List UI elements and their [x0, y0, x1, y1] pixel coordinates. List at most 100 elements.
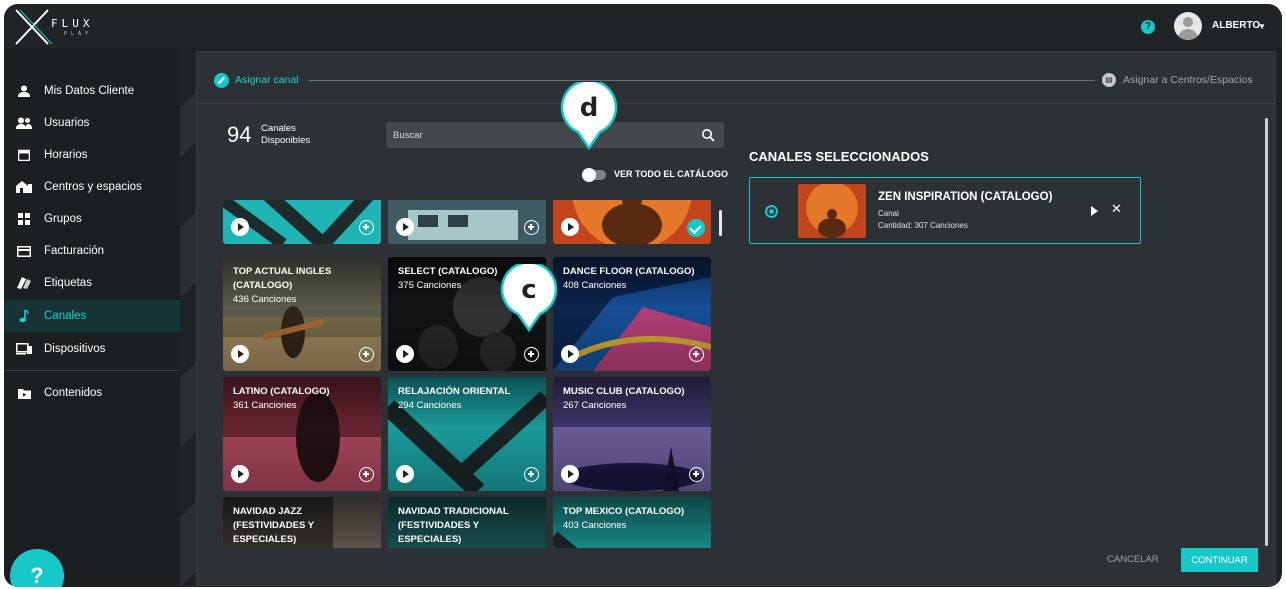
sidebar-item-grupos[interactable]: Grupos — [4, 203, 180, 235]
pencil-icon — [214, 73, 229, 88]
selected-radio[interactable] — [765, 205, 778, 218]
toggle-knob — [582, 168, 596, 182]
sidebar-item-etiquetas[interactable]: Etiquetas — [4, 267, 180, 299]
panel-scrollbar[interactable] — [1265, 118, 1268, 546]
channel-song-count: 361 Canciones — [233, 400, 297, 411]
logo-subtext: PLAY — [64, 31, 93, 37]
close-icon[interactable]: ✕ — [1111, 201, 1122, 217]
sidebar-item-label: Usuarios — [44, 117, 90, 129]
play-button[interactable] — [231, 465, 249, 483]
view-all-catalog-toggle[interactable] — [582, 168, 606, 182]
logo-x-icon — [15, 9, 53, 45]
search-input[interactable] — [386, 122, 686, 148]
sidebar-item-label: Grupos — [44, 213, 82, 225]
sidebar-item-label: Etiquetas — [44, 277, 92, 289]
caret-down-icon[interactable]: ▼ — [1258, 22, 1266, 31]
calendar-icon — [16, 148, 32, 162]
avatar[interactable] — [1174, 12, 1202, 40]
channel-song-count: 403 Canciones — [563, 520, 627, 531]
add-channel-button[interactable] — [359, 467, 374, 482]
search-box — [386, 122, 724, 148]
callout-label: c — [521, 275, 537, 305]
sidebar-item-contenidos[interactable]: Contenidos — [4, 377, 180, 409]
folder-icon — [16, 386, 32, 400]
play-button[interactable] — [396, 218, 414, 236]
callout-marker-d: d — [560, 79, 618, 151]
add-channel-button[interactable] — [689, 347, 704, 362]
sidebar-item-dispositivos[interactable]: Dispositivos — [4, 333, 180, 365]
selected-channel-card[interactable]: ZEN INSPIRATION (CATALOGO) Canal Cantida… — [749, 177, 1141, 244]
channel-song-count: 294 Canciones — [398, 400, 462, 411]
play-button[interactable] — [231, 218, 249, 236]
step-assign-channel[interactable]: Asignar canal — [235, 74, 299, 86]
channel-card[interactable]: LATINO (CATALOGO) 361 Canciones — [223, 377, 381, 491]
channel-grid-scrollbar[interactable] — [719, 210, 722, 236]
user-name[interactable]: ALBERTO — [1212, 20, 1260, 31]
add-channel-button[interactable] — [359, 347, 374, 362]
channel-selected-check-icon[interactable] — [687, 219, 705, 237]
channel-title: TOP ACTUAL INGLES (CATALOGO) — [233, 266, 332, 291]
devices-icon — [16, 342, 32, 356]
continue-button[interactable]: CONTINUAR — [1181, 548, 1258, 572]
sidebar-item-label: Contenidos — [44, 387, 103, 399]
music-note-icon — [16, 309, 32, 323]
channel-card[interactable] — [388, 200, 546, 244]
play-icon[interactable] — [1091, 206, 1098, 216]
channel-card[interactable]: TOP ACTUAL INGLES (CATALOGO) 436 Cancion… — [223, 257, 381, 371]
selected-channels-heading: CANALES SELECCIONADOS — [749, 149, 929, 164]
add-channel-button[interactable] — [524, 467, 539, 482]
channel-title: MUSIC CLUB (CATALOGO) — [563, 386, 685, 397]
channel-card[interactable]: NAVIDAD JAZZ (FESTIVIDADES Y ESPECIALES) — [223, 497, 381, 548]
play-button[interactable] — [396, 465, 414, 483]
top-bar: FLUX PLAY ? ALBERTO ▼ — [4, 4, 1282, 48]
add-channel-button[interactable] — [524, 220, 539, 235]
search-icon[interactable] — [701, 128, 715, 142]
cancel-button[interactable]: CANCELAR — [1107, 554, 1159, 565]
help-chat-button[interactable]: ? — [10, 549, 64, 587]
add-channel-button[interactable] — [524, 347, 539, 362]
selected-channel-type: Canal — [878, 209, 899, 218]
sidebar-item-mis-datos[interactable]: Mis Datos Cliente — [4, 75, 180, 107]
channel-card[interactable]: MUSIC CLUB (CATALOGO) 267 Canciones — [553, 377, 711, 491]
selected-channel-quantity: Cantidad: 307 Canciones — [878, 221, 968, 230]
channel-card[interactable]: NAVIDAD TRADICIONAL (FESTIVIDADES Y ESPE… — [388, 497, 546, 548]
channel-grid: TOP ACTUAL INGLES (CATALOGO) 436 Cancion… — [223, 200, 718, 548]
flux-play-logo[interactable]: FLUX PLAY — [14, 8, 94, 46]
play-button[interactable] — [561, 465, 579, 483]
buddha-thumbnail-icon — [798, 184, 866, 238]
sidebar-item-label: Canales — [44, 310, 87, 322]
sidebar-item-label: Dispositivos — [44, 343, 106, 355]
add-channel-button[interactable] — [689, 467, 704, 482]
help-icon[interactable]: ? — [1141, 20, 1155, 34]
channel-song-count: 408 Canciones — [563, 280, 627, 291]
building-icon — [16, 180, 32, 194]
add-channel-button[interactable] — [359, 220, 374, 235]
channel-card[interactable] — [223, 200, 381, 244]
channel-title: TOP MEXICO (CATALOGO) — [563, 506, 685, 517]
channel-card[interactable]: TOP MEXICO (CATALOGO) 403 Canciones — [553, 497, 711, 548]
tag-icon — [16, 276, 32, 290]
sidebar-item-centros[interactable]: Centros y espacios — [4, 171, 180, 203]
step-two-icon: ▤ — [1102, 73, 1116, 87]
sidebar-item-facturacion[interactable]: Facturación — [4, 235, 180, 267]
channel-title: DANCE FLOOR (CATALOGO) — [563, 266, 695, 277]
play-button[interactable] — [396, 345, 414, 363]
app-window: FLUX PLAY ? ALBERTO ▼ Mis Datos Cliente … — [4, 4, 1282, 587]
channel-card[interactable]: RELAJACIÓN ORIENTAL 294 Canciones — [388, 377, 546, 491]
sidebar-divider — [4, 370, 180, 371]
step-assign-centers[interactable]: Asignar a Centros/Espacios — [1123, 74, 1253, 86]
sidebar-item-usuarios[interactable]: Usuarios — [4, 107, 180, 139]
play-button[interactable] — [561, 218, 579, 236]
count-label-line-1: Canales — [261, 123, 296, 134]
play-button[interactable] — [561, 345, 579, 363]
channel-song-count: 436 Canciones — [233, 294, 297, 305]
channel-card[interactable] — [553, 200, 711, 244]
sidebar-item-canales[interactable]: Canales — [4, 300, 180, 332]
play-button[interactable] — [231, 345, 249, 363]
sidebar-item-horarios[interactable]: Horarios — [4, 139, 180, 171]
channel-card[interactable]: DANCE FLOOR (CATALOGO) 408 Canciones — [553, 257, 711, 371]
card-icon — [16, 244, 32, 258]
channel-title: NAVIDAD TRADICIONAL (FESTIVIDADES Y ESPE… — [398, 506, 509, 545]
logo-text: FLUX — [51, 17, 94, 30]
stepper: Asignar canal ▤ Asignar a Centros/Espaci… — [197, 52, 1275, 104]
